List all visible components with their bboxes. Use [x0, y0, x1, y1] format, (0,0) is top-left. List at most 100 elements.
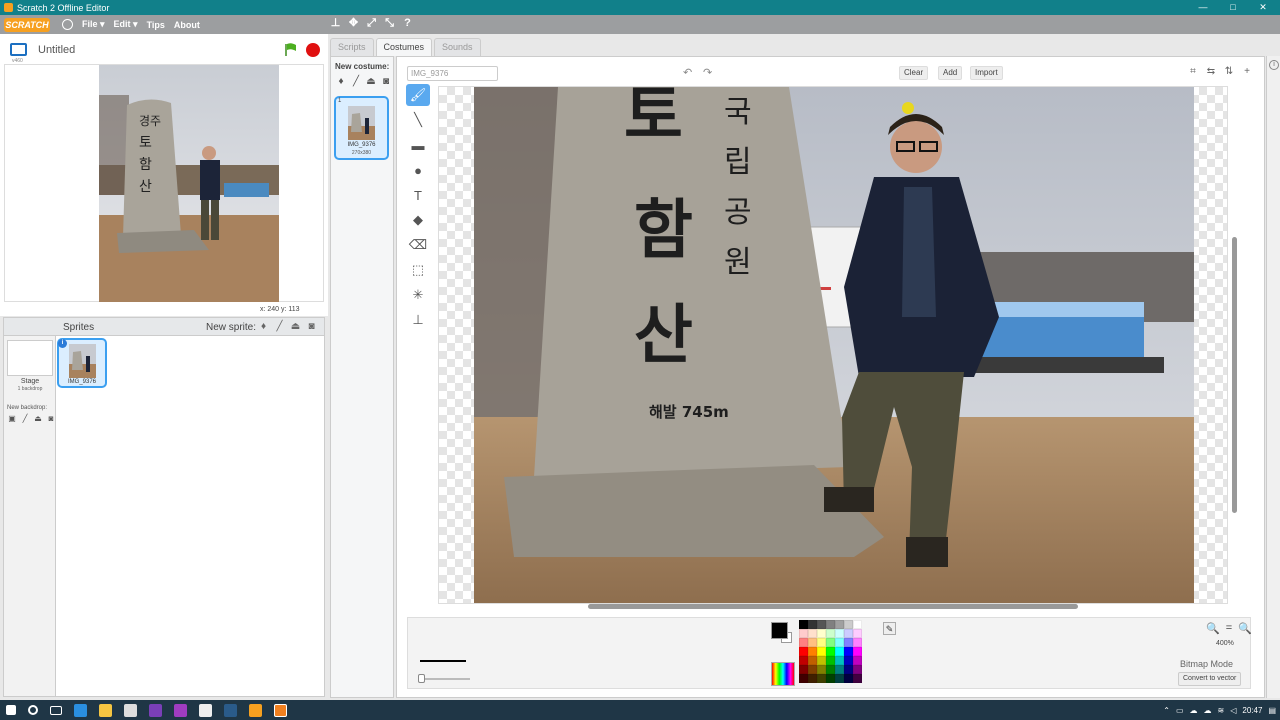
- palette-swatch[interactable]: [826, 620, 835, 629]
- palette-swatch[interactable]: [844, 674, 853, 683]
- store-icon[interactable]: [124, 703, 137, 717]
- chevron-up-icon[interactable]: ⌃: [1163, 706, 1170, 715]
- tab-sounds[interactable]: Sounds: [434, 38, 481, 56]
- flip-h-icon[interactable]: ⇆: [1205, 66, 1217, 78]
- steam-icon[interactable]: [224, 703, 237, 717]
- palette-swatch[interactable]: [808, 620, 817, 629]
- upload-backdrop-icon[interactable]: ⏏: [33, 414, 43, 424]
- text-tool[interactable]: T: [406, 184, 430, 206]
- palette-swatch[interactable]: [835, 656, 844, 665]
- duplicate-icon[interactable]: ⊥: [330, 18, 341, 29]
- maximize-button[interactable]: □: [1218, 0, 1248, 15]
- palette-swatch[interactable]: [826, 638, 835, 647]
- import-button[interactable]: Import: [970, 66, 1003, 80]
- palette-swatch[interactable]: [826, 656, 835, 665]
- palette-swatch[interactable]: [808, 629, 817, 638]
- palette-swatch[interactable]: [826, 665, 835, 674]
- presentation-mode-icon[interactable]: [10, 43, 27, 56]
- palette-swatch[interactable]: [799, 665, 808, 674]
- eyedropper-icon[interactable]: ✎: [883, 622, 896, 635]
- palette-swatch[interactable]: [808, 647, 817, 656]
- color-spectrum-picker[interactable]: [771, 662, 795, 686]
- palette-swatch[interactable]: [835, 647, 844, 656]
- file-menu[interactable]: File ▾: [82, 19, 105, 30]
- crop-icon[interactable]: ⌗: [1187, 66, 1199, 78]
- palette-swatch[interactable]: [853, 674, 862, 683]
- camera-costume-icon[interactable]: ◙: [380, 76, 392, 88]
- line-tool[interactable]: ╲: [406, 109, 430, 131]
- palette-swatch[interactable]: [808, 674, 817, 683]
- language-globe-icon[interactable]: [62, 19, 73, 30]
- brush-size-knob[interactable]: [418, 674, 425, 683]
- tab-costumes[interactable]: Costumes: [375, 38, 433, 56]
- scratch-logo[interactable]: SCRATCH: [4, 17, 50, 32]
- palette-swatch[interactable]: [826, 647, 835, 656]
- palette-swatch[interactable]: [826, 629, 835, 638]
- zoom-reset-icon[interactable]: =: [1226, 622, 1232, 635]
- fill-tool[interactable]: ◆: [406, 209, 430, 231]
- palette-swatch[interactable]: [853, 656, 862, 665]
- palette-swatch[interactable]: [853, 647, 862, 656]
- palette-swatch[interactable]: [817, 674, 826, 683]
- palette-swatch[interactable]: [835, 674, 844, 683]
- palette-swatch[interactable]: [817, 665, 826, 674]
- palette-swatch[interactable]: [799, 620, 808, 629]
- edit-menu[interactable]: Edit ▾: [114, 19, 138, 30]
- choose-sprite-icon[interactable]: ♦: [258, 321, 269, 332]
- palette-swatch[interactable]: [817, 620, 826, 629]
- paint-sprite-icon[interactable]: ╱: [274, 321, 285, 332]
- info-icon[interactable]: i: [1269, 60, 1279, 70]
- zoom-in-icon[interactable]: 🔍: [1238, 622, 1252, 635]
- palette-swatch[interactable]: [808, 638, 817, 647]
- convert-to-vector-button[interactable]: Convert to vector: [1178, 672, 1242, 686]
- cloud-icon[interactable]: ☁: [1204, 706, 1212, 715]
- primary-color-swatch[interactable]: [771, 622, 788, 639]
- choose-backdrop-icon[interactable]: ▣: [7, 414, 17, 424]
- stamp-tool[interactable]: ⊥: [406, 309, 430, 331]
- palette-swatch[interactable]: [844, 665, 853, 674]
- onedrive-icon[interactable]: ☁: [1190, 706, 1198, 715]
- palette-swatch[interactable]: [844, 647, 853, 656]
- palette-swatch[interactable]: [853, 620, 862, 629]
- redo-icon[interactable]: ↷: [703, 66, 712, 79]
- palette-swatch[interactable]: [844, 629, 853, 638]
- brush-tool[interactable]: 🖌: [406, 84, 430, 106]
- paint-canvas[interactable]: 토 함 산 국 립 공 원 해발 745m: [438, 86, 1228, 604]
- help-icon[interactable]: ?: [402, 18, 413, 29]
- palette-swatch[interactable]: [799, 647, 808, 656]
- close-button[interactable]: ✕: [1248, 0, 1278, 15]
- stop-icon[interactable]: [306, 43, 320, 57]
- palette-swatch[interactable]: [844, 620, 853, 629]
- paint-costume-icon[interactable]: ╱: [350, 76, 362, 88]
- horizontal-scrollbar[interactable]: [588, 604, 1078, 609]
- notifications-icon[interactable]: ▤: [1268, 706, 1276, 715]
- palette-swatch[interactable]: [808, 656, 817, 665]
- clear-button[interactable]: Clear: [899, 66, 929, 80]
- info-icon[interactable]: i: [58, 339, 67, 348]
- tips-menu[interactable]: Tips: [147, 20, 165, 30]
- minimize-button[interactable]: —: [1188, 0, 1218, 15]
- volume-icon[interactable]: ◁: [1230, 706, 1236, 715]
- add-button[interactable]: Add: [938, 66, 963, 80]
- palette-swatch[interactable]: [853, 629, 862, 638]
- network-icon[interactable]: ▭: [1176, 706, 1184, 715]
- palette-swatch[interactable]: [799, 674, 808, 683]
- stage-thumbnail[interactable]: [7, 340, 53, 376]
- palette-swatch[interactable]: [817, 647, 826, 656]
- about-menu[interactable]: About: [174, 20, 200, 30]
- windows-start-icon[interactable]: [6, 705, 16, 715]
- edge-icon[interactable]: [74, 703, 87, 717]
- tab-scripts[interactable]: Scripts: [330, 38, 374, 56]
- palette-swatch[interactable]: [844, 656, 853, 665]
- upload-sprite-icon[interactable]: ⏏: [290, 321, 301, 332]
- project-title[interactable]: Untitled: [38, 44, 75, 56]
- palette-swatch[interactable]: [817, 629, 826, 638]
- scratch-taskbar-icon[interactable]: [249, 703, 262, 717]
- palette-swatch[interactable]: [844, 638, 853, 647]
- visual-studio-icon[interactable]: [149, 703, 162, 717]
- palette-swatch[interactable]: [799, 638, 808, 647]
- palette-swatch[interactable]: [817, 638, 826, 647]
- grow-icon[interactable]: ⤢: [366, 18, 377, 29]
- eraser-tool[interactable]: ⌫: [406, 234, 430, 256]
- upload-costume-icon[interactable]: ⏏: [365, 76, 377, 88]
